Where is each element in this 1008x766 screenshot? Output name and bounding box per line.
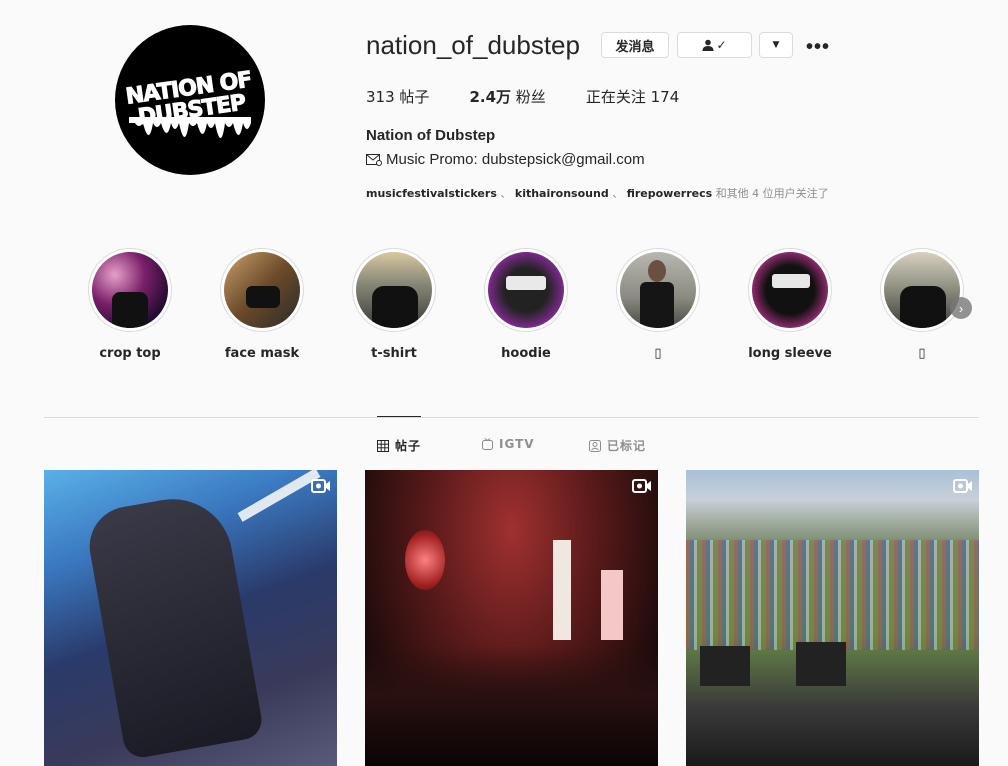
profile-stats: 313 帖子 2.4万 粉丝 正在关注 174 xyxy=(366,86,719,107)
highlight-long-sleeve[interactable]: long sleeve xyxy=(748,248,832,361)
video-icon xyxy=(311,479,330,493)
highlight-ring xyxy=(352,248,436,332)
following-label: 正在关注 xyxy=(585,88,646,106)
post-smoke xyxy=(405,530,445,590)
followed-by-user[interactable]: kithaironsound xyxy=(515,187,609,200)
tagged-icon xyxy=(589,439,601,452)
caret-down-icon: ▼ xyxy=(772,40,780,50)
post-thumbnail[interactable] xyxy=(686,470,979,766)
highlight-label: crop top xyxy=(99,346,161,361)
tab-igtv[interactable]: IGTV xyxy=(482,437,535,451)
followed-by[interactable]: musicfestivalstickers 、 kithaironsound 、… xyxy=(366,185,829,201)
post-crowd xyxy=(686,540,979,650)
chevron-right-icon[interactable]: › xyxy=(950,297,972,319)
tab-posts-label: 帖子 xyxy=(395,439,422,453)
highlight-label: ▯ xyxy=(918,346,926,361)
highlight-hoodie[interactable]: hoodie xyxy=(484,248,568,361)
highlight-image xyxy=(92,252,168,328)
profile-username: nation_of_dubstep xyxy=(366,30,580,60)
tab-tagged-label: 已标记 xyxy=(607,439,647,453)
highlight-ring xyxy=(880,248,964,332)
profile-avatar[interactable]: NATION OF DUBSTEP xyxy=(115,25,265,175)
user-icon xyxy=(702,39,714,51)
following-count: 174 xyxy=(650,88,680,106)
posts-stat[interactable]: 313 帖子 xyxy=(366,86,429,107)
tabs-divider xyxy=(44,417,979,418)
following-stat[interactable]: 正在关注 174 xyxy=(586,86,679,107)
followers-count: 2.4万 xyxy=(469,88,512,106)
following-check-icon: ✓ xyxy=(716,38,727,52)
highlight-label: t-shirt xyxy=(371,346,417,361)
post-light xyxy=(237,470,321,522)
post-thumbnail[interactable] xyxy=(365,470,658,766)
grid-icon xyxy=(377,439,389,452)
followed-by-user[interactable]: firepowerrecs xyxy=(627,187,712,200)
highlight-image xyxy=(224,252,300,328)
igtv-icon xyxy=(482,438,493,450)
highlight-ring xyxy=(484,248,568,332)
highlight-crop-top[interactable]: crop top xyxy=(88,248,172,361)
video-icon xyxy=(632,479,651,493)
highlight-image xyxy=(884,252,960,328)
highlight-label: ▯ xyxy=(654,346,662,361)
highlight-ring xyxy=(88,248,172,332)
message-button[interactable]: 发消息 xyxy=(601,32,669,58)
profile-bio: Music Promo: dubstepsick@gmail.com xyxy=(366,151,645,168)
tab-tagged[interactable]: 已标记 xyxy=(589,437,646,454)
highlight-label: hoodie xyxy=(501,346,551,361)
followers-stat[interactable]: 2.4万 粉丝 xyxy=(469,86,545,107)
posts-label: 帖子 xyxy=(399,88,430,106)
more-options-icon[interactable]: ••• xyxy=(806,36,830,59)
logo-drips-icon xyxy=(129,117,251,138)
suggested-dropdown-button[interactable]: ▼ xyxy=(759,32,793,58)
followed-by-suffix: 和其他 4 位用户关注了 xyxy=(715,187,829,200)
tab-posts[interactable]: 帖子 xyxy=(377,437,421,454)
active-tab-indicator xyxy=(377,416,421,417)
post-banner xyxy=(553,540,571,640)
promo-text: Music Promo: dubstepsick@gmail.com xyxy=(386,151,645,168)
highlight-image xyxy=(620,252,696,328)
highlight-t-shirt[interactable]: t-shirt xyxy=(352,248,436,361)
highlight-face-mask[interactable]: face mask xyxy=(220,248,304,361)
highlight-label: face mask xyxy=(224,346,300,361)
highlight-label: long sleeve xyxy=(748,346,832,361)
video-icon xyxy=(953,479,972,493)
post-crowd xyxy=(365,646,658,766)
following-button[interactable]: ✓ xyxy=(677,32,752,58)
followed-by-user[interactable]: musicfestivalstickers xyxy=(366,187,497,200)
envelope-icon xyxy=(366,153,382,166)
profile-full-name: Nation of Dubstep xyxy=(366,127,496,144)
separator: 、 xyxy=(500,187,512,200)
separator: 、 xyxy=(612,187,624,200)
followers-label: 粉丝 xyxy=(515,88,546,106)
post-speaker xyxy=(796,642,846,686)
post-speaker xyxy=(700,646,750,686)
tab-igtv-label: IGTV xyxy=(499,437,535,451)
highlight-image xyxy=(752,252,828,328)
highlight-ring xyxy=(748,248,832,332)
post-thumbnail[interactable] xyxy=(44,470,337,766)
posts-count: 313 xyxy=(366,88,395,106)
post-banner xyxy=(601,570,623,640)
highlight-ring xyxy=(220,248,304,332)
highlight-image xyxy=(488,252,564,328)
highlight-item-5[interactable]: ▯ xyxy=(616,248,700,361)
post-figure xyxy=(83,489,265,761)
highlight-image xyxy=(356,252,432,328)
highlight-ring xyxy=(616,248,700,332)
